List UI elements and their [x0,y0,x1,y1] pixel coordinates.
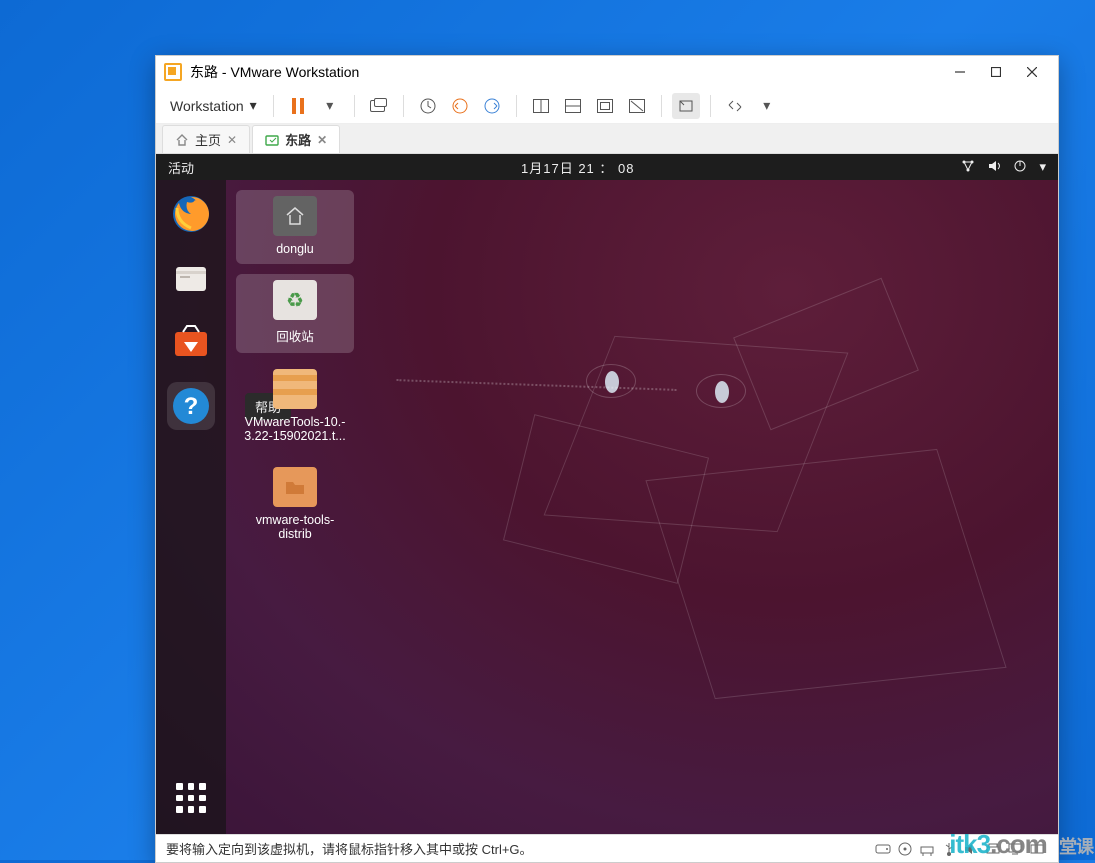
network-adapter-icon[interactable] [916,840,938,858]
wallpaper-line-icon [733,278,919,431]
vm-icon [265,133,279,147]
close-button[interactable] [1014,60,1050,84]
ubuntu-dock: ? 帮助 [156,180,226,834]
dock-firefox[interactable] [167,190,215,238]
view-single-button[interactable] [527,93,555,119]
workstation-menu[interactable]: Workstation ▾ [164,93,263,118]
apps-grid-icon [167,774,215,822]
titlebar[interactable]: 东路 - VMware Workstation [156,56,1058,88]
chevron-down-icon: ▾ [1039,159,1046,175]
workstation-menu-label: Workstation [170,98,244,114]
snapshot-revert-button[interactable] [446,93,474,119]
separator [273,95,274,117]
system-tray[interactable]: ▾ [961,159,1046,176]
archive-icon [273,369,317,409]
snapshot-take-button[interactable] [414,93,442,119]
send-ctrlaltdel-button[interactable] [365,93,393,119]
stretch-dropdown-icon[interactable]: ▾ [753,93,781,119]
separator [516,95,517,117]
activities-button[interactable]: 活动 [168,158,194,177]
snapshot-manager-button[interactable] [478,93,506,119]
help-icon: ? [171,386,211,426]
window-title: 东路 - VMware Workstation [190,62,359,82]
gnome-topbar: 活动 1月17日 21 ： 08 ▾ [156,154,1058,180]
maximize-button[interactable] [978,60,1014,84]
home-icon [175,133,189,147]
dock-files[interactable] [167,254,215,302]
separator [710,95,711,117]
trash-icon [273,280,317,320]
status-hint: 要将输入定向到该虚拟机，请将鼠标指针移入其中或按 Ctrl+G。 [166,839,533,858]
wallpaper-eye-icon [696,374,746,408]
disk-icon[interactable] [872,840,894,858]
watermark-suffix: .com [990,829,1047,859]
desktop-icon-trash[interactable]: 回收站 [236,274,354,353]
pause-dropdown-icon[interactable]: ▾ [316,93,344,119]
separator [354,95,355,117]
desktop-icon-home[interactable]: donglu [236,190,354,264]
stretch-button[interactable] [721,93,749,119]
statusbar: 要将输入定向到该虚拟机，请将鼠标指针移入其中或按 Ctrl+G。 [156,834,1058,862]
vm-tab[interactable]: 东路 ✕ [252,125,340,153]
home-tab-label: 主页 [195,130,221,149]
dock-software[interactable] [167,318,215,366]
firefox-icon [171,194,211,234]
files-icon [171,258,211,298]
network-icon [961,159,975,176]
dock-help[interactable]: ? 帮助 [167,382,215,430]
watermark: itk3.com 堂课 [949,829,1093,860]
clock[interactable]: 1月17日 21 ： 08 [194,158,961,177]
close-icon[interactable]: ✕ [317,133,327,147]
home-folder-icon [273,196,317,236]
desktop-icon-label: 回收站 [276,326,314,345]
software-store-icon [171,322,211,362]
desktop-icon-folder[interactable]: vmware-tools-distrib [236,461,354,549]
power-icon [1013,159,1027,176]
toolbar: Workstation ▾ ▾ [156,88,1058,124]
volume-icon [987,159,1001,176]
vmware-window: 东路 - VMware Workstation Workstation ▾ ▾ [155,55,1059,863]
show-applications-button[interactable] [167,774,215,822]
tab-bar: 主页 ✕ 东路 ✕ [156,124,1058,154]
desktop-icon-label: vmware-tools-distrib [240,513,350,541]
separator [403,95,404,117]
desktop-icon-label: donglu [276,242,314,256]
close-icon[interactable]: ✕ [227,133,237,147]
chevron-down-icon: ▾ [250,97,257,114]
watermark-cj: 堂课 [1059,837,1093,857]
desktop-icons: donglu 回收站 VMwareTools-10.-3.22-15902021… [236,190,354,549]
desktop-icon-label: VMwareTools-10.-3.22-15902021.t... [240,415,350,443]
vm-tab-label: 东路 [285,130,311,149]
view-fullscreen-button[interactable] [591,93,619,119]
view-unity-button[interactable] [623,93,651,119]
cd-icon[interactable] [894,840,916,858]
pause-button[interactable] [284,93,312,119]
desktop-icon-tarball[interactable]: VMwareTools-10.-3.22-15902021.t... [236,363,354,451]
view-split-button[interactable] [559,93,587,119]
svg-text:?: ? [184,393,199,420]
minimize-button[interactable] [942,60,978,84]
watermark-text: itk3 [949,829,990,859]
folder-icon [273,467,317,507]
quick-switch-button[interactable] [672,93,700,119]
separator [661,95,662,117]
vmware-logo-icon [164,63,182,81]
vm-viewport[interactable]: 活动 1月17日 21 ： 08 ▾ [156,154,1058,834]
home-tab[interactable]: 主页 ✕ [162,125,250,153]
